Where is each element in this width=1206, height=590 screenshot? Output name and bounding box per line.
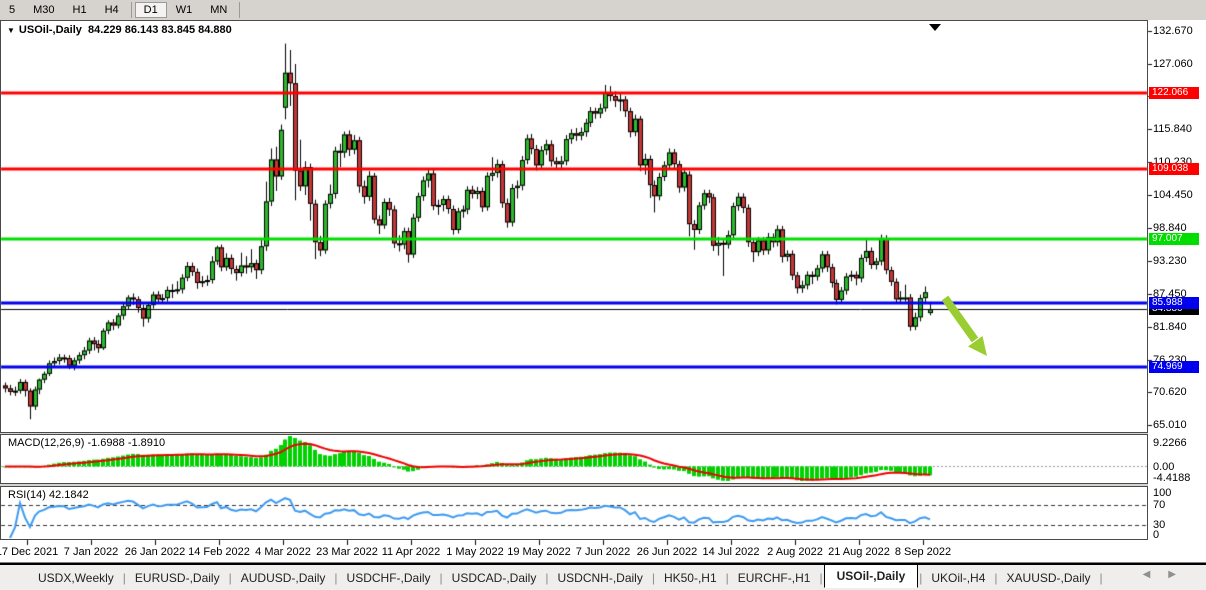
price-tick-label: 65.010: [1153, 419, 1187, 431]
date-tick-label: 26 Jun 2022: [637, 546, 698, 558]
tab-separator: |: [726, 571, 729, 585]
hline-price-badge: 85.988: [1149, 297, 1199, 309]
tab-separator: |: [819, 571, 822, 585]
tab-separator: |: [229, 571, 232, 585]
tab-separator: |: [545, 571, 548, 585]
date-tick-label: 4 Mar 2022: [255, 546, 311, 558]
date-tick-label: 7 Jan 2022: [64, 546, 118, 558]
price-tick-label: 70.620: [1153, 386, 1187, 398]
down-arrow-annotation: [935, 292, 997, 364]
tab-separator: |: [123, 571, 126, 585]
price-tick-label: 115.840: [1153, 123, 1192, 135]
chart-tab-usdcad-daily[interactable]: USDCAD-,Daily: [444, 568, 545, 588]
hline-price-badge: 97.007: [1149, 233, 1199, 245]
chart-tab-usoil-daily[interactable]: USOil-,Daily: [824, 564, 919, 588]
chart-symbol-label: USOil-,Daily: [19, 24, 82, 36]
date-tick-label: 23 Mar 2022: [316, 546, 378, 558]
chart-tab-bar: USDX,Weekly|EURUSD-,Daily|AUDUSD-,Daily|…: [0, 563, 1206, 590]
chart-tab-usdx-weekly[interactable]: USDX,Weekly: [30, 568, 122, 588]
date-tick-label: 14 Feb 2022: [188, 546, 250, 558]
chart-ohlc-values: 84.229 86.143 83.845 84.880: [88, 24, 232, 36]
macd-label: MACD(12,26,9) -1.6988 -1.8910: [8, 437, 165, 449]
macd-scale-label: -4.4188: [1153, 472, 1190, 484]
chart-tab-hk50-h1[interactable]: HK50-,H1: [656, 568, 725, 588]
date-tick-label: 11 Apr 2022: [382, 546, 441, 558]
price-tick-label: 81.840: [1153, 321, 1187, 333]
price-tick-label: 93.230: [1153, 255, 1187, 267]
date-tick-label: 17 Dec 2021: [0, 546, 58, 558]
tab-scroll-right-icon[interactable]: ▶: [1168, 569, 1194, 580]
symbol-collapse-icon[interactable]: ▼: [7, 26, 15, 35]
rsi-scale-label: 70: [1153, 499, 1165, 511]
date-tick-label: 8 Sep 2022: [895, 546, 951, 558]
chart-tab-eurchf-h1[interactable]: EURCHF-,H1: [730, 568, 819, 588]
macd-scale-label: 9.2266: [1153, 437, 1187, 449]
date-tick-label: 1 May 2022: [446, 546, 503, 558]
tab-scroll-left-icon[interactable]: ◀: [1143, 569, 1169, 580]
tab-separator: |: [440, 571, 443, 585]
chart-shift-marker-icon[interactable]: [929, 24, 941, 31]
price-tick-label: 132.670: [1153, 25, 1193, 37]
date-tick-label: 19 May 2022: [507, 546, 571, 558]
tab-separator: |: [334, 571, 337, 585]
date-tick-label: 26 Jan 2022: [125, 546, 186, 558]
chart-canvas[interactable]: [0, 0, 1206, 563]
chart-tab-eurusd-daily[interactable]: EURUSD-,Daily: [127, 568, 228, 588]
chart-tab-usdchf-daily[interactable]: USDCHF-,Daily: [339, 568, 439, 588]
rsi-label: RSI(14) 42.1842: [8, 489, 89, 501]
tab-scroll-arrows: ◀▶: [1143, 569, 1194, 580]
tab-separator: |: [919, 571, 922, 585]
hline-price-badge: 74.969: [1149, 361, 1199, 373]
hline-price-badge: 122.066: [1149, 87, 1199, 99]
rsi-scale-label: 0: [1153, 529, 1159, 541]
date-tick-label: 14 Jul 2022: [703, 546, 760, 558]
rsi-scale-label: 100: [1153, 487, 1171, 499]
tab-separator: |: [994, 571, 997, 585]
date-tick-label: 21 Aug 2022: [828, 546, 890, 558]
chart-tab-usdcnh-daily[interactable]: USDCNH-,Daily: [549, 568, 650, 588]
tab-separator: |: [652, 571, 655, 585]
tab-separator: |: [1100, 571, 1103, 585]
date-tick-label: 7 Jun 2022: [576, 546, 630, 558]
mt4-chart-window: 5M30H1H4D1W1MN ▼USOil-,Daily 84.229 86.1…: [0, 0, 1206, 590]
chart-tab-xauusd-daily[interactable]: XAUUSD-,Daily: [999, 568, 1099, 588]
chart-title: ▼ USOil-,Daily 84.229 86.143 83.845 84.88…: [7, 24, 232, 36]
chart-tab-audusd-daily[interactable]: AUDUSD-,Daily: [233, 568, 334, 588]
price-tick-label: 127.060: [1153, 58, 1193, 70]
price-tick-label: 104.450: [1153, 189, 1193, 201]
chart-tab-ukoil-h4[interactable]: UKOil-,H4: [923, 568, 993, 588]
hline-price-badge: 109.038: [1149, 163, 1199, 175]
date-tick-label: 2 Aug 2022: [767, 546, 823, 558]
